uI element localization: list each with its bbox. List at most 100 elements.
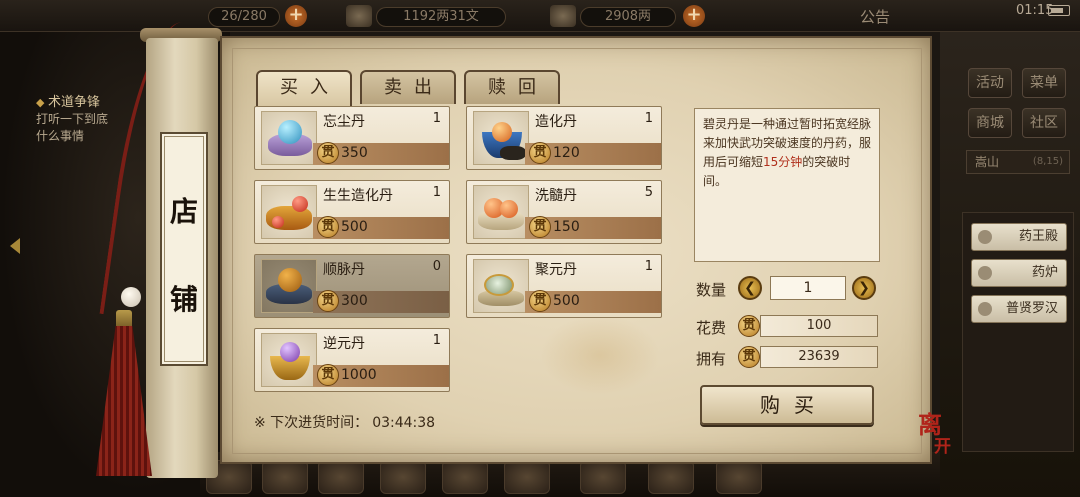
activity-button[interactable]: 活动 — [968, 68, 1012, 98]
item-qty: 0 — [432, 259, 441, 274]
bottom-nav-icon[interactable] — [648, 460, 694, 494]
item-qty: 1 — [432, 185, 441, 200]
item-image — [261, 111, 317, 165]
bottom-nav-icon[interactable] — [716, 460, 762, 494]
tab-sell[interactable]: 卖出 — [360, 70, 456, 104]
silver-icon — [346, 5, 372, 27]
community-button[interactable]: 社区 — [1022, 108, 1066, 138]
chevron-right-icon[interactable]: ❯ — [852, 276, 876, 300]
pill-icon — [492, 122, 512, 142]
quest-title: 术道争锋 — [36, 94, 108, 111]
npc-button-yaowangdian[interactable]: 药王殿 — [971, 223, 1067, 251]
bottom-nav-icon[interactable] — [262, 460, 308, 494]
location-coord: (8,15) — [1032, 156, 1063, 167]
capacity-counter: 26/280 — [208, 7, 280, 27]
capacity-plus-icon[interactable]: + — [285, 5, 307, 27]
pill-icon — [292, 196, 308, 212]
npc-icon — [978, 302, 992, 316]
collapse-left-arrow-icon[interactable] — [10, 238, 20, 254]
item-name: 聚元丹 — [535, 262, 577, 278]
npc-button-puxian[interactable]: 普贤罗汉 — [971, 295, 1067, 323]
item-name: 生生造化丹 — [323, 188, 393, 204]
item-price: 500 — [553, 293, 580, 309]
coin-icon: 贯 — [529, 290, 551, 312]
shop-button[interactable]: 商城 — [968, 108, 1012, 138]
restock-timer: ※ 下次进货时间： 03:44:38 — [254, 412, 435, 432]
tab-buy[interactable]: 买入 — [256, 70, 352, 106]
silver-counter: 1192两31文 — [376, 7, 506, 27]
quest-tracker[interactable]: 术道争锋 打听一下到底 什么事情 — [36, 94, 108, 145]
tab-redeem[interactable]: 赎回 — [464, 70, 560, 104]
shop-title-label: 店 铺 — [160, 132, 208, 366]
item-price: 1000 — [341, 367, 377, 383]
price-bar: 贯 1000 — [313, 364, 449, 387]
coin-icon: 贯 — [529, 216, 551, 238]
price-bar: 贯 350 — [313, 142, 449, 165]
pill-icon — [272, 216, 284, 228]
owned-value: 23639 — [760, 346, 878, 368]
price-bar: 贯 500 — [313, 216, 449, 239]
leave-char-1: 离 — [918, 410, 942, 439]
pill-icon — [280, 342, 300, 362]
bottom-nav-icon[interactable] — [318, 460, 364, 494]
item-price: 120 — [553, 145, 580, 161]
bottom-nav-icon[interactable] — [504, 460, 550, 494]
coin-icon: 贯 — [317, 290, 339, 312]
shop-item[interactable]: 洗髓丹 5 贯 150 — [466, 180, 662, 244]
shop-title-char-1: 店 — [169, 195, 198, 228]
price-bar: 贯 150 — [525, 216, 661, 239]
bottom-nav-icon[interactable] — [380, 460, 426, 494]
cost-label: 花费 — [696, 319, 727, 337]
buy-button[interactable]: 购买 — [700, 385, 874, 425]
shop-item[interactable]: 生生造化丹 1 贯 500 — [254, 180, 450, 244]
leave-char-2: 开 — [934, 437, 951, 457]
chevron-left-icon[interactable]: ❮ — [738, 276, 762, 300]
gold-counter: 2908两 — [580, 7, 676, 27]
owned-label: 拥有 — [696, 350, 727, 368]
item-name: 造化丹 — [535, 114, 577, 130]
item-image — [261, 333, 317, 387]
quest-line-2: 什么事情 — [36, 129, 85, 143]
restock-time: 03:44:38 — [372, 415, 436, 431]
shop-item[interactable]: 忘尘丹 1 贯 350 — [254, 106, 450, 170]
shop-item-soldout[interactable]: 顺脉丹 0 贯 300 — [254, 254, 450, 318]
location-label[interactable]: 嵩山 (8,15) — [966, 150, 1070, 174]
npc-list: 药王殿 药炉 普贤罗汉 — [962, 212, 1074, 452]
item-price: 300 — [341, 293, 368, 309]
announce-button[interactable]: 公告 — [860, 6, 890, 27]
shop-item[interactable]: 聚元丹 1 贯 500 — [466, 254, 662, 318]
coin-icon: 贯 — [317, 216, 339, 238]
item-image — [473, 111, 529, 165]
item-qty: 1 — [644, 111, 653, 126]
shop-item[interactable]: 逆元丹 1 贯 1000 — [254, 328, 450, 392]
item-image — [473, 185, 529, 239]
quest-line-1: 打听一下到底 — [36, 112, 109, 126]
background-seal-decoration — [540, 315, 660, 395]
cost-value: 100 — [760, 315, 878, 337]
item-image — [473, 259, 529, 313]
npc-button-yaolu[interactable]: 药炉 — [971, 259, 1067, 287]
shop-title-char-2: 铺 — [169, 283, 198, 316]
item-name: 逆元丹 — [323, 336, 365, 352]
bottom-nav-icon[interactable] — [580, 460, 626, 494]
pill-icon — [278, 268, 302, 292]
bottom-nav-icon[interactable] — [442, 460, 488, 494]
menu-button[interactable]: 菜单 — [1022, 68, 1066, 98]
coin-icon: 贯 — [738, 315, 760, 337]
leave-button[interactable]: 离 开 — [918, 410, 960, 464]
gold-plus-icon[interactable]: + — [683, 5, 705, 27]
battery-icon — [1048, 5, 1070, 16]
description-highlight: 15分钟 — [763, 155, 803, 169]
item-qty: 5 — [644, 185, 653, 200]
lid-shape — [500, 146, 526, 160]
tassel-bead — [121, 287, 141, 307]
coin-icon: 贯 — [317, 364, 339, 386]
item-price: 350 — [341, 145, 368, 161]
quantity-stepper[interactable]: 1 — [770, 276, 846, 300]
location-name: 嵩山 — [975, 155, 1000, 169]
item-name: 忘尘丹 — [323, 114, 365, 130]
item-price: 150 — [553, 219, 580, 235]
price-bar: 贯 120 — [525, 142, 661, 165]
shop-item[interactable]: 造化丹 1 贯 120 — [466, 106, 662, 170]
item-qty: 1 — [644, 259, 653, 274]
